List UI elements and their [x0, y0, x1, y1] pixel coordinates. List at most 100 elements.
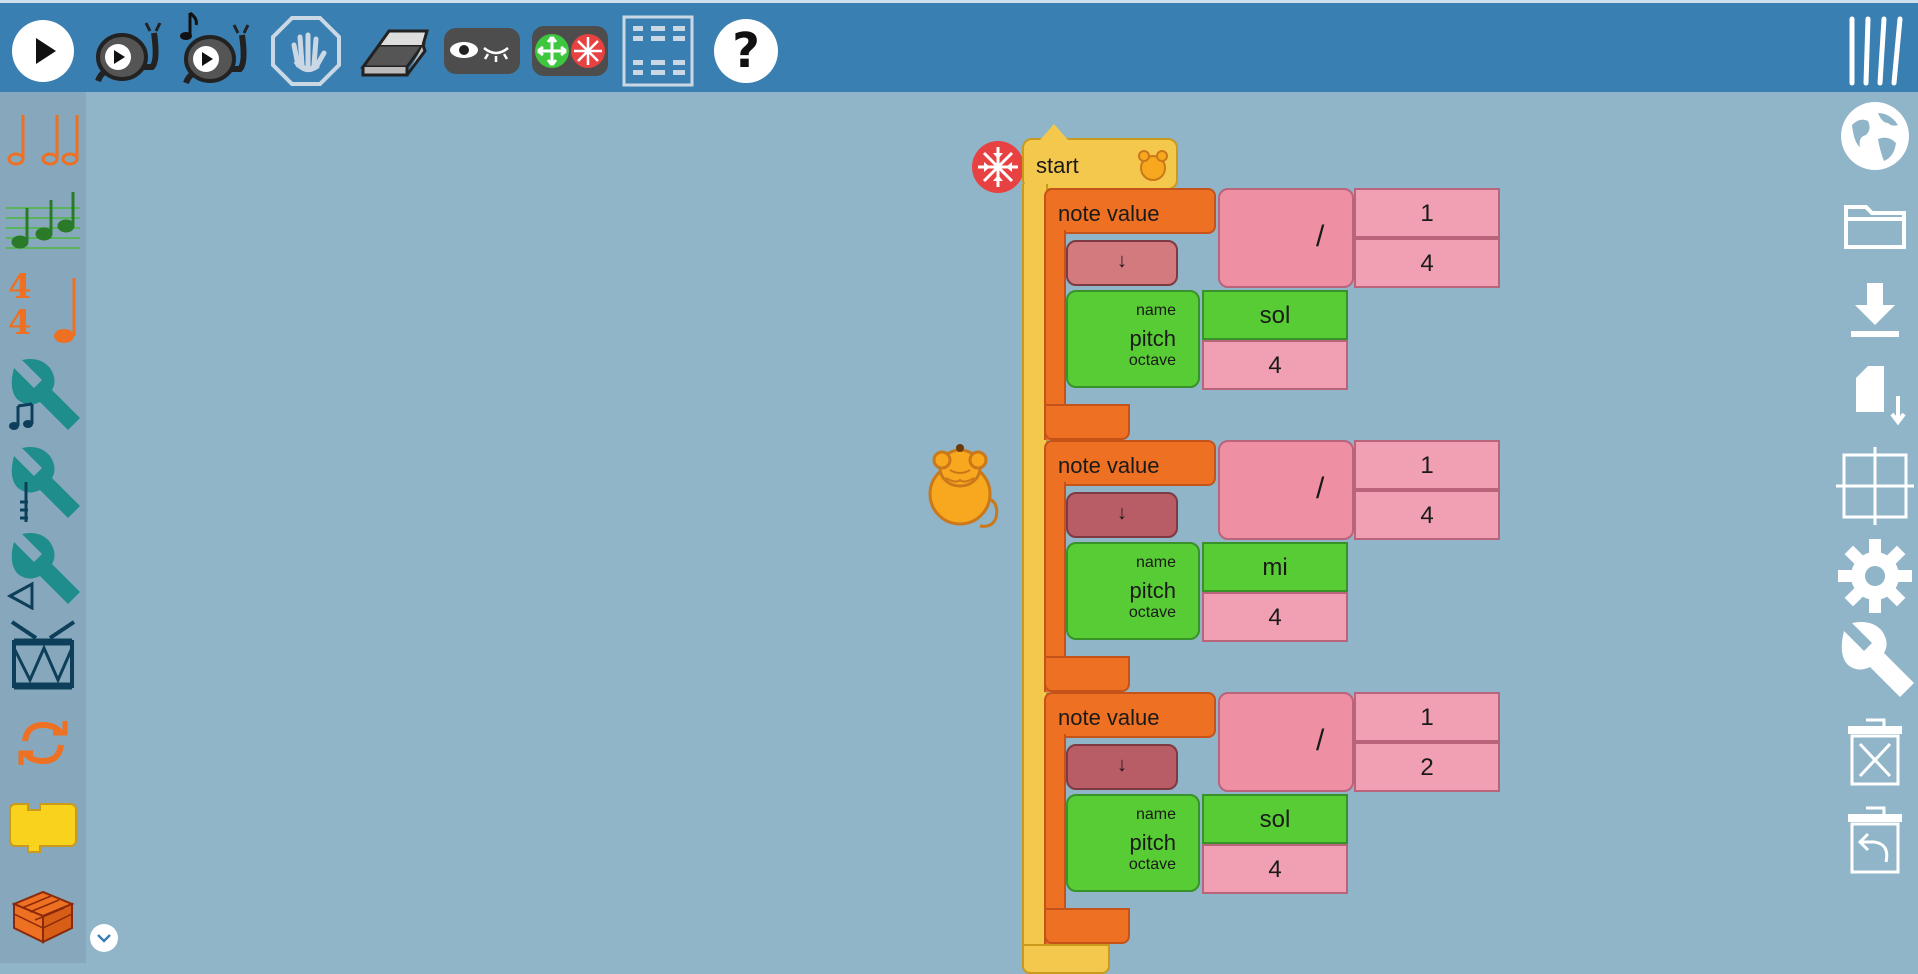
pitch-name-field[interactable]: sol	[1202, 290, 1348, 340]
numerator-field[interactable]: 1	[1354, 188, 1500, 238]
numerator-value: 1	[1420, 704, 1434, 731]
show-hide-blocks-button[interactable]	[442, 11, 522, 91]
palette-action[interactable]	[4, 788, 82, 866]
pitch-octave-arg-label: octave	[1128, 604, 1176, 621]
grid-button[interactable]	[620, 11, 696, 91]
note-value-block[interactable]: note value	[1044, 440, 1216, 486]
denominator-field[interactable]: 4	[1354, 238, 1500, 288]
palette-rhythm[interactable]	[4, 100, 82, 178]
palette-pitch[interactable]	[4, 184, 82, 262]
globe-icon	[1841, 102, 1909, 170]
arrow-label: ↓	[1117, 502, 1127, 524]
question-icon: ?	[714, 19, 778, 83]
pitch-name-field[interactable]: mi	[1202, 542, 1348, 592]
delete-button[interactable]	[1832, 712, 1918, 792]
run-step-button[interactable]	[176, 11, 256, 91]
expand-collapse-icon	[532, 26, 608, 76]
divide-block[interactable]: /	[1218, 440, 1354, 540]
toolbar: ?	[0, 0, 1918, 92]
play-icon	[12, 20, 74, 82]
octave-field[interactable]: 4	[1202, 844, 1348, 894]
pitch-block[interactable]: name pitch octave	[1066, 542, 1200, 640]
divide-block[interactable]: /	[1218, 188, 1354, 288]
stop-hand-icon	[271, 16, 341, 86]
pitch-label: pitch	[1129, 326, 1176, 351]
arrow-label: ↓	[1117, 754, 1127, 776]
open-button[interactable]	[1832, 184, 1918, 264]
mouse-turtle[interactable]	[920, 438, 1002, 530]
chevron-down-icon	[97, 934, 111, 943]
eye-icon	[444, 28, 520, 74]
start-block[interactable]: start	[1022, 138, 1178, 190]
numerator-field[interactable]: 1	[1354, 440, 1500, 490]
snail-note-play-icon	[180, 11, 250, 85]
pitch-name-value: sol	[1259, 302, 1291, 329]
hidden-block[interactable]: ↓	[1066, 240, 1178, 286]
denominator-field[interactable]: 2	[1354, 742, 1500, 792]
save-button[interactable]	[1832, 270, 1918, 350]
mouse-icon	[1138, 150, 1168, 181]
stop-button[interactable]	[268, 11, 344, 91]
numerator-field[interactable]: 1	[1354, 692, 1500, 742]
menu-button[interactable]	[1840, 11, 1910, 91]
octave-field[interactable]: 4	[1202, 592, 1348, 642]
wrench-volume-icon	[6, 533, 80, 610]
eraser-icon	[360, 29, 429, 77]
pitch-block[interactable]: name pitch octave	[1066, 794, 1200, 892]
hidden-block[interactable]: ↓	[1066, 744, 1178, 790]
divide-symbol: /	[1316, 472, 1325, 505]
pitch-name-value: sol	[1259, 806, 1291, 833]
note-value-label: note value	[1058, 705, 1160, 730]
pitch-block[interactable]: name pitch octave	[1066, 290, 1200, 388]
settings-button[interactable]	[1832, 536, 1918, 616]
start-collapse-button[interactable]	[972, 141, 1024, 193]
note-value-block[interactable]: note value	[1044, 188, 1216, 234]
wrench-tone-icon	[11, 447, 80, 522]
grid-icon	[622, 15, 694, 87]
octave-value: 4	[1268, 604, 1282, 631]
start-block-notch	[1040, 124, 1068, 140]
run-slow-button[interactable]	[92, 11, 168, 91]
note-clamp-footer	[1044, 656, 1130, 692]
octave-value: 4	[1268, 856, 1282, 883]
palette-tone[interactable]	[4, 446, 82, 524]
drum-icon	[10, 620, 76, 690]
palette-flow[interactable]	[4, 704, 82, 782]
tools-button[interactable]	[1832, 620, 1918, 700]
repeat-icon	[18, 721, 68, 765]
clear-button[interactable]	[358, 11, 430, 91]
language-button[interactable]	[1832, 96, 1918, 176]
trash-icon	[1848, 718, 1902, 786]
palette-drum[interactable]	[4, 616, 82, 694]
palette-scroll-down-button[interactable]	[90, 924, 118, 952]
crosshair-grid-icon	[1836, 447, 1914, 525]
restore-button[interactable]	[1832, 800, 1918, 880]
denominator-value: 4	[1420, 250, 1434, 277]
pitch-name-value: mi	[1262, 554, 1288, 581]
hidden-block[interactable]: ↓	[1066, 492, 1178, 538]
expand-collapse-button[interactable]	[530, 11, 610, 91]
play-button[interactable]	[8, 11, 78, 91]
divide-block[interactable]: /	[1218, 692, 1354, 792]
staff-notes-icon	[6, 192, 80, 249]
help-label: ?	[732, 23, 760, 79]
snail-play-icon	[95, 22, 162, 83]
palette-intervals[interactable]	[4, 358, 82, 436]
export-button[interactable]	[1832, 356, 1918, 436]
palette-meter[interactable]: 4 4	[4, 270, 82, 348]
numerator-value: 1	[1420, 452, 1434, 479]
denominator-value: 2	[1420, 754, 1434, 781]
palette-boxes[interactable]	[4, 876, 82, 954]
action-block-icon	[9, 803, 77, 853]
start-label: start	[1036, 153, 1079, 178]
denominator-field[interactable]: 4	[1354, 490, 1500, 540]
restore-trash-icon	[1848, 806, 1902, 874]
note-value-block[interactable]: note value	[1044, 692, 1216, 738]
help-button[interactable]: ?	[712, 11, 780, 91]
octave-field[interactable]: 4	[1202, 340, 1348, 390]
pitch-name-arg-label: name	[1135, 302, 1176, 319]
denominator-value: 4	[1420, 502, 1434, 529]
palette-volume[interactable]	[4, 532, 82, 610]
grid-toggle-button[interactable]	[1832, 446, 1918, 526]
pitch-name-field[interactable]: sol	[1202, 794, 1348, 844]
